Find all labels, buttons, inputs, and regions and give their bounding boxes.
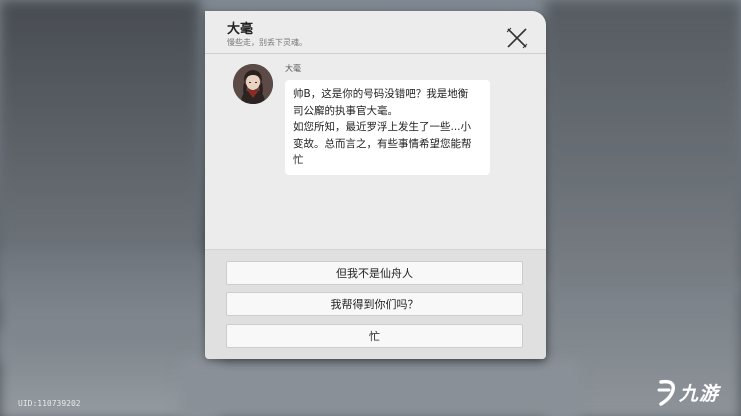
message-dialog: 大毫 慢些走，别丢下灵魂。 大毫 帅B，这是你的号码没错吧？我是地衡 司公廨的执… (205, 11, 546, 359)
dialog-header: 大毫 慢些走，别丢下灵魂。 (205, 11, 546, 54)
message-line: 忙 (293, 154, 304, 166)
close-button[interactable] (506, 27, 528, 49)
watermark-logo: 九游 (655, 376, 731, 410)
background-floor-bottom (180, 360, 580, 416)
watermark-text: 九游 (679, 383, 720, 405)
reply-option-busy[interactable]: 忙 (226, 324, 523, 348)
uid-label: UID:110739202 (18, 399, 81, 408)
contact-name: 大毫 (227, 22, 254, 37)
close-x-icon (506, 27, 528, 49)
reply-options: 但我不是仙舟人 我帮得到你们吗？ 忙 (205, 249, 546, 359)
contact-signature: 慢些走，别丢下灵魂。 (227, 38, 307, 47)
game-scene: 大毫 慢些走，别丢下灵魂。 大毫 帅B，这是你的号码没错吧？我是地衡 司公廨的执… (0, 0, 741, 416)
reply-option-not-xianzhou[interactable]: 但我不是仙舟人 (226, 261, 523, 285)
message-bubble: 帅B，这是你的号码没错吧？我是地衡 司公廨的执事官大毫。 如您所知，最近罗浮上发… (285, 80, 490, 175)
character-portrait-icon (233, 64, 273, 104)
message-line: 变故。总而言之，有些事情希望您能帮 (293, 137, 472, 150)
avatar (233, 64, 273, 104)
background-building-right (545, 0, 741, 290)
message-line: 如您所知，最近罗浮上发生了一些...小 (293, 121, 472, 133)
sender-name: 大毫 (285, 64, 301, 73)
chat-area: 大毫 帅B，这是你的号码没错吧？我是地衡 司公廨的执事官大毫。 如您所知，最近罗… (205, 54, 546, 249)
reply-option-can-i-help[interactable]: 我帮得到你们吗？ (226, 292, 523, 316)
nine-game-logo-icon (657, 379, 675, 406)
message-line: 司公廨的执事官大毫。 (293, 104, 398, 117)
message-line: 帅B，这是你的号码没错吧？我是地衡 (293, 88, 469, 100)
